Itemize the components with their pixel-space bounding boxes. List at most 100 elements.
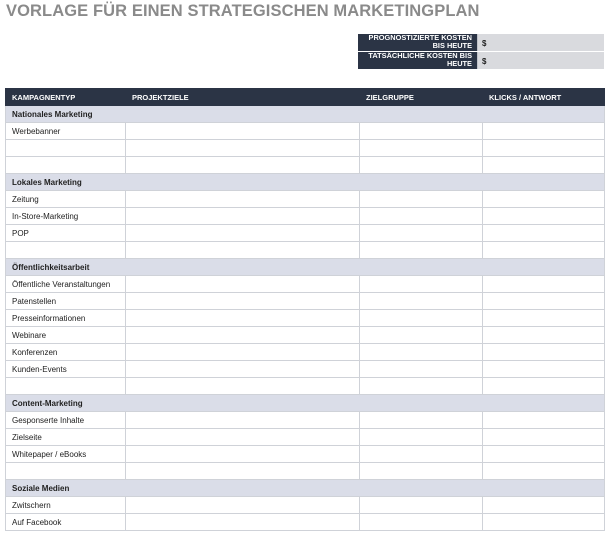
- campaign-type-cell[interactable]: In-Store-Marketing: [5, 207, 126, 225]
- target-group-cell[interactable]: [359, 496, 483, 514]
- header-target-group: ZIELGRUPPE: [359, 88, 483, 106]
- table-row: Konferenzen: [5, 343, 605, 361]
- clicks-response-cell[interactable]: [482, 496, 605, 514]
- project-goals-cell[interactable]: [125, 224, 360, 242]
- table-row: POP: [5, 224, 605, 242]
- campaign-type-cell[interactable]: Öffentliche Veranstaltungen: [5, 275, 126, 293]
- project-goals-cell[interactable]: [125, 122, 360, 140]
- project-goals-cell[interactable]: [125, 377, 360, 395]
- table-row: Presseinformationen: [5, 309, 605, 327]
- target-group-cell[interactable]: [359, 462, 483, 480]
- header-campaign-type: KAMPAGNENTYP: [5, 88, 126, 106]
- campaign-type-cell[interactable]: [5, 139, 126, 157]
- clicks-response-cell[interactable]: [482, 122, 605, 140]
- clicks-response-cell[interactable]: [482, 428, 605, 446]
- clicks-response-cell[interactable]: [482, 377, 605, 395]
- section-label: Content-Marketing: [5, 394, 605, 412]
- clicks-response-cell[interactable]: [482, 411, 605, 429]
- actual-cost-field[interactable]: $: [477, 52, 604, 69]
- campaign-type-cell[interactable]: Zielseite: [5, 428, 126, 446]
- project-goals-cell[interactable]: [125, 207, 360, 225]
- project-goals-cell[interactable]: [125, 309, 360, 327]
- campaign-type-cell[interactable]: Patenstellen: [5, 292, 126, 310]
- campaign-type-cell[interactable]: Presseinformationen: [5, 309, 126, 327]
- table-row: Patenstellen: [5, 292, 605, 310]
- project-goals-cell[interactable]: [125, 462, 360, 480]
- target-group-cell[interactable]: [359, 139, 483, 157]
- target-group-cell[interactable]: [359, 156, 483, 174]
- clicks-response-cell[interactable]: [482, 513, 605, 531]
- section-label: Nationales Marketing: [5, 105, 605, 123]
- section-row: Nationales Marketing: [5, 105, 605, 123]
- clicks-response-cell[interactable]: [482, 139, 605, 157]
- clicks-response-cell[interactable]: [482, 224, 605, 242]
- header-project-goals: PROJEKTZIELE: [125, 88, 360, 106]
- campaign-type-cell[interactable]: [5, 241, 126, 259]
- target-group-cell[interactable]: [359, 207, 483, 225]
- project-goals-cell[interactable]: [125, 513, 360, 531]
- clicks-response-cell[interactable]: [482, 360, 605, 378]
- target-group-cell[interactable]: [359, 309, 483, 327]
- campaign-type-cell[interactable]: Konferenzen: [5, 343, 126, 361]
- target-group-cell[interactable]: [359, 224, 483, 242]
- project-goals-cell[interactable]: [125, 275, 360, 293]
- target-group-cell[interactable]: [359, 122, 483, 140]
- target-group-cell[interactable]: [359, 411, 483, 429]
- target-group-cell[interactable]: [359, 275, 483, 293]
- clicks-response-cell[interactable]: [482, 309, 605, 327]
- target-group-cell[interactable]: [359, 292, 483, 310]
- project-goals-cell[interactable]: [125, 292, 360, 310]
- campaign-type-cell[interactable]: Werbebanner: [5, 122, 126, 140]
- project-goals-cell[interactable]: [125, 496, 360, 514]
- campaign-type-cell[interactable]: Zeitung: [5, 190, 126, 208]
- target-group-cell[interactable]: [359, 428, 483, 446]
- target-group-cell[interactable]: [359, 326, 483, 344]
- clicks-response-cell[interactable]: [482, 462, 605, 480]
- target-group-cell[interactable]: [359, 190, 483, 208]
- page-title: VORLAGE FÜR EINEN STRATEGISCHEN MARKETIN…: [6, 2, 480, 20]
- campaign-type-cell[interactable]: [5, 156, 126, 174]
- project-goals-cell[interactable]: [125, 428, 360, 446]
- campaign-type-cell[interactable]: Kunden-Events: [5, 360, 126, 378]
- clicks-response-cell[interactable]: [482, 326, 605, 344]
- campaign-type-cell[interactable]: [5, 377, 126, 395]
- clicks-response-cell[interactable]: [482, 207, 605, 225]
- table-row: In-Store-Marketing: [5, 207, 605, 225]
- clicks-response-cell[interactable]: [482, 275, 605, 293]
- section-label: Lokales Marketing: [5, 173, 605, 191]
- project-goals-cell[interactable]: [125, 156, 360, 174]
- campaign-type-cell[interactable]: POP: [5, 224, 126, 242]
- marketing-plan-table: KAMPAGNENTYP PROJEKTZIELE ZIELGRUPPE KLI…: [5, 88, 605, 531]
- clicks-response-cell[interactable]: [482, 445, 605, 463]
- target-group-cell[interactable]: [359, 445, 483, 463]
- table-row: Zwitschern: [5, 496, 605, 514]
- campaign-type-cell[interactable]: Gesponserte Inhalte: [5, 411, 126, 429]
- campaign-type-cell[interactable]: Auf Facebook: [5, 513, 126, 531]
- target-group-cell[interactable]: [359, 343, 483, 361]
- clicks-response-cell[interactable]: [482, 343, 605, 361]
- target-group-cell[interactable]: [359, 377, 483, 395]
- forecast-cost-label: PROGNOSTIZIERTE KOSTEN BIS HEUTE: [358, 33, 477, 51]
- table-row: Zielseite: [5, 428, 605, 446]
- campaign-type-cell[interactable]: [5, 462, 126, 480]
- project-goals-cell[interactable]: [125, 190, 360, 208]
- target-group-cell[interactable]: [359, 241, 483, 259]
- table-row: Auf Facebook: [5, 513, 605, 531]
- clicks-response-cell[interactable]: [482, 190, 605, 208]
- campaign-type-cell[interactable]: Zwitschern: [5, 496, 126, 514]
- project-goals-cell[interactable]: [125, 241, 360, 259]
- project-goals-cell[interactable]: [125, 411, 360, 429]
- target-group-cell[interactable]: [359, 360, 483, 378]
- clicks-response-cell[interactable]: [482, 241, 605, 259]
- project-goals-cell[interactable]: [125, 343, 360, 361]
- clicks-response-cell[interactable]: [482, 156, 605, 174]
- forecast-cost-field[interactable]: $: [477, 34, 604, 51]
- project-goals-cell[interactable]: [125, 139, 360, 157]
- project-goals-cell[interactable]: [125, 360, 360, 378]
- campaign-type-cell[interactable]: Webinare: [5, 326, 126, 344]
- target-group-cell[interactable]: [359, 513, 483, 531]
- campaign-type-cell[interactable]: Whitepaper / eBooks: [5, 445, 126, 463]
- project-goals-cell[interactable]: [125, 326, 360, 344]
- project-goals-cell[interactable]: [125, 445, 360, 463]
- clicks-response-cell[interactable]: [482, 292, 605, 310]
